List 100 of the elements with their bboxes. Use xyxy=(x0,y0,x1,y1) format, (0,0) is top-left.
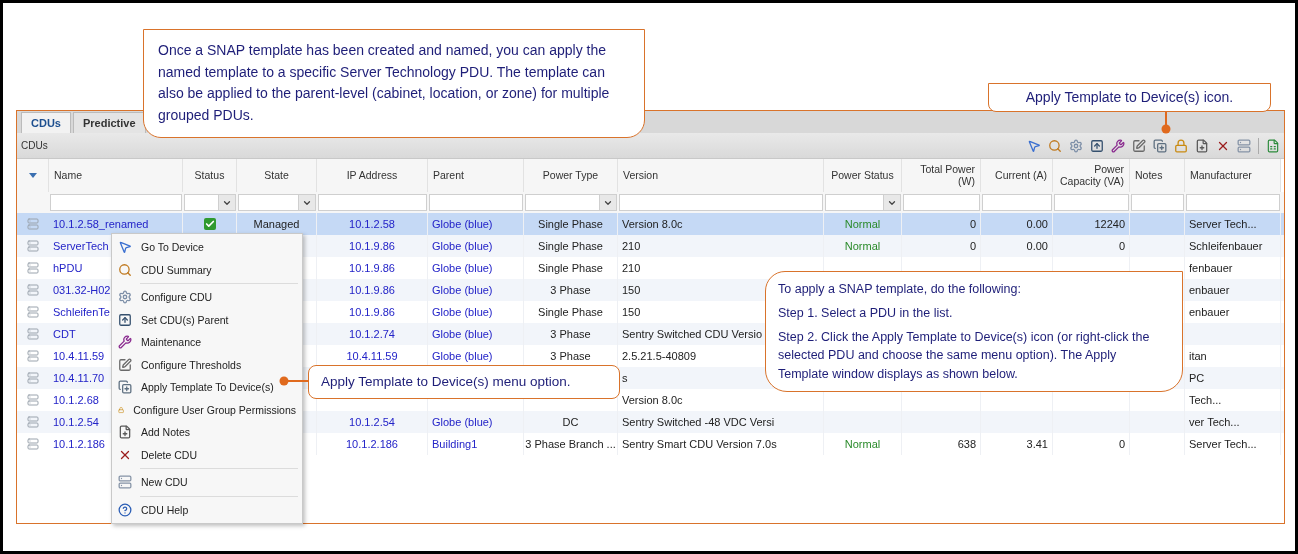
cell-text: 3 Phase xyxy=(550,350,591,362)
cell-text: DC xyxy=(562,416,579,428)
menu-item[interactable]: New CDU xyxy=(112,471,302,494)
menu-item[interactable]: Go To Device xyxy=(112,236,302,259)
column-header[interactable]: State xyxy=(237,159,317,192)
cell-text: 150 xyxy=(622,284,641,296)
cell-text: Schleifenbauer xyxy=(1189,240,1263,252)
device-icon xyxy=(27,218,39,230)
search-icon[interactable] xyxy=(1048,138,1062,153)
link-text[interactable]: Globe (blue) xyxy=(432,218,493,230)
cell-text: Sentry Smart CDU Version 7.0s xyxy=(622,438,777,450)
cell-text: Managed xyxy=(253,218,300,230)
link-text[interactable]: hPDU xyxy=(53,262,83,274)
up-arrow-frame-icon[interactable] xyxy=(1090,138,1104,153)
column-header[interactable]: Status xyxy=(183,159,237,192)
tab[interactable]: CDUs xyxy=(21,112,71,133)
cell-text: Sentry Switched -48 VDC Versi xyxy=(622,416,775,428)
settings-icon[interactable] xyxy=(1069,138,1083,153)
link-text[interactable]: Globe (blue) xyxy=(432,350,493,362)
edit-icon xyxy=(118,357,132,372)
pointer-arrow-icon xyxy=(118,240,132,255)
link-text[interactable]: 10.1.2.68 xyxy=(53,394,99,406)
link-text[interactable]: Globe (blue) xyxy=(432,262,493,274)
link-text[interactable]: 10.1.2.58_renamed xyxy=(53,218,149,230)
link-text[interactable]: Globe (blue) xyxy=(432,284,493,296)
cell-text: enbauer xyxy=(1189,306,1230,318)
column-header[interactable]: Version xyxy=(618,159,824,192)
callout-text: Apply Template to Device(s) icon. xyxy=(1024,89,1235,106)
link-text[interactable]: ServerTech xyxy=(53,240,109,252)
column-header[interactable]: Current (A) xyxy=(981,159,1053,192)
panel-title: CDUs xyxy=(21,140,48,151)
cell-text: s xyxy=(622,372,628,384)
column-header[interactable]: Notes xyxy=(1130,159,1185,192)
filter-field[interactable] xyxy=(318,194,427,211)
link-text[interactable]: Globe (blue) xyxy=(432,328,493,340)
column-header[interactable]: Power Capacity (VA) xyxy=(1053,159,1130,192)
edit-icon[interactable] xyxy=(1132,138,1146,153)
filter-field[interactable] xyxy=(184,194,236,211)
filter-field[interactable] xyxy=(1054,194,1129,211)
link-text[interactable]: SchleifenTe xyxy=(53,306,110,318)
link-text[interactable]: 031.32-H02 xyxy=(53,284,111,296)
device-icon xyxy=(27,438,39,450)
column-header[interactable]: Total Power (W) xyxy=(902,159,981,192)
tab[interactable]: Predictive xyxy=(72,112,146,133)
filter-field[interactable] xyxy=(525,194,617,211)
cell-text: Sentry Switched CDU Versio xyxy=(622,328,762,340)
column-header[interactable]: IP Address xyxy=(317,159,428,192)
filter-field[interactable] xyxy=(1186,194,1280,211)
device-icon xyxy=(27,240,39,252)
link-text[interactable]: 10.4.11.70 xyxy=(53,372,105,384)
column-header[interactable]: Parent xyxy=(428,159,524,192)
menu-item[interactable]: CDU Help xyxy=(112,498,302,521)
column-header[interactable]: Power Status xyxy=(824,159,902,192)
cell-text: Single Phase xyxy=(538,262,603,274)
wrench-icon[interactable] xyxy=(1111,138,1125,153)
link-text[interactable]: Globe (blue) xyxy=(432,416,493,428)
device-icon xyxy=(27,394,39,406)
filter-field[interactable] xyxy=(50,194,182,211)
sort-header-cell[interactable] xyxy=(17,159,49,192)
cell-text: 10.1.2.54 xyxy=(349,416,395,428)
link-text[interactable]: Building1 xyxy=(432,438,478,450)
cell-text: 0.00 xyxy=(1026,218,1048,230)
cell-text: 0.00 xyxy=(1026,240,1048,252)
cell-text: ver Tech... xyxy=(1189,416,1240,428)
filter-field[interactable] xyxy=(619,194,823,211)
link-text[interactable]: CDT xyxy=(53,328,76,340)
cell-text: Single Phase xyxy=(538,218,603,230)
filter-field[interactable] xyxy=(825,194,901,211)
link-text[interactable]: 10.1.2.54 xyxy=(53,416,99,428)
filter-field[interactable] xyxy=(1131,194,1184,211)
cell-text: 10.1.9.86 xyxy=(349,306,395,318)
pointer-arrow-icon[interactable] xyxy=(1027,138,1041,153)
lock-icon[interactable] xyxy=(1174,138,1188,153)
spreadsheet-icon[interactable] xyxy=(1266,138,1280,153)
sort-caret-icon[interactable] xyxy=(28,173,37,178)
filter-field[interactable] xyxy=(903,194,980,211)
filter-field[interactable] xyxy=(429,194,523,211)
column-header[interactable]: Name xyxy=(49,159,183,192)
link-text[interactable]: Globe (blue) xyxy=(432,306,493,318)
device-icon xyxy=(27,262,39,274)
link-text[interactable]: 10.4.11.59 xyxy=(53,350,105,362)
link-text[interactable]: Globe (blue) xyxy=(432,240,493,252)
device-icon xyxy=(27,372,39,384)
server-icon[interactable] xyxy=(1237,138,1251,153)
cell-text: 2.5.21.5-40809 xyxy=(622,350,696,362)
filter-field[interactable] xyxy=(238,194,316,211)
file-plus-icon[interactable] xyxy=(1195,138,1209,153)
column-header[interactable]: Manufacturer xyxy=(1185,159,1281,192)
device-icon xyxy=(27,416,39,428)
cell-text: 3 Phase xyxy=(550,328,591,340)
table-row[interactable]: 10.1.2.58_renamed Managed 10.1.2.58 Globe (blue) Single Phase Version 8.0c Normal 0 0.00 12240 Server Tech... xyxy=(17,213,1284,235)
callout-text: Once a SNAP template has been created and named, you can apply the named template to a specific Server Technology PDU. The template can also be applied to the parent-level (cabinet, location, or zone) for multiple grouped PDUs. xyxy=(158,41,611,126)
link-text[interactable]: 10.1.2.186 xyxy=(53,438,105,450)
column-header[interactable]: Power Type xyxy=(524,159,618,192)
menu-item[interactable]: CDU Summary xyxy=(112,258,302,281)
filter-field[interactable] xyxy=(982,194,1052,211)
up-arrow-frame-icon xyxy=(118,312,132,327)
cell-text: 210 xyxy=(622,240,641,252)
copy-plus-icon[interactable] xyxy=(1153,138,1167,153)
device-icon xyxy=(27,350,39,362)
